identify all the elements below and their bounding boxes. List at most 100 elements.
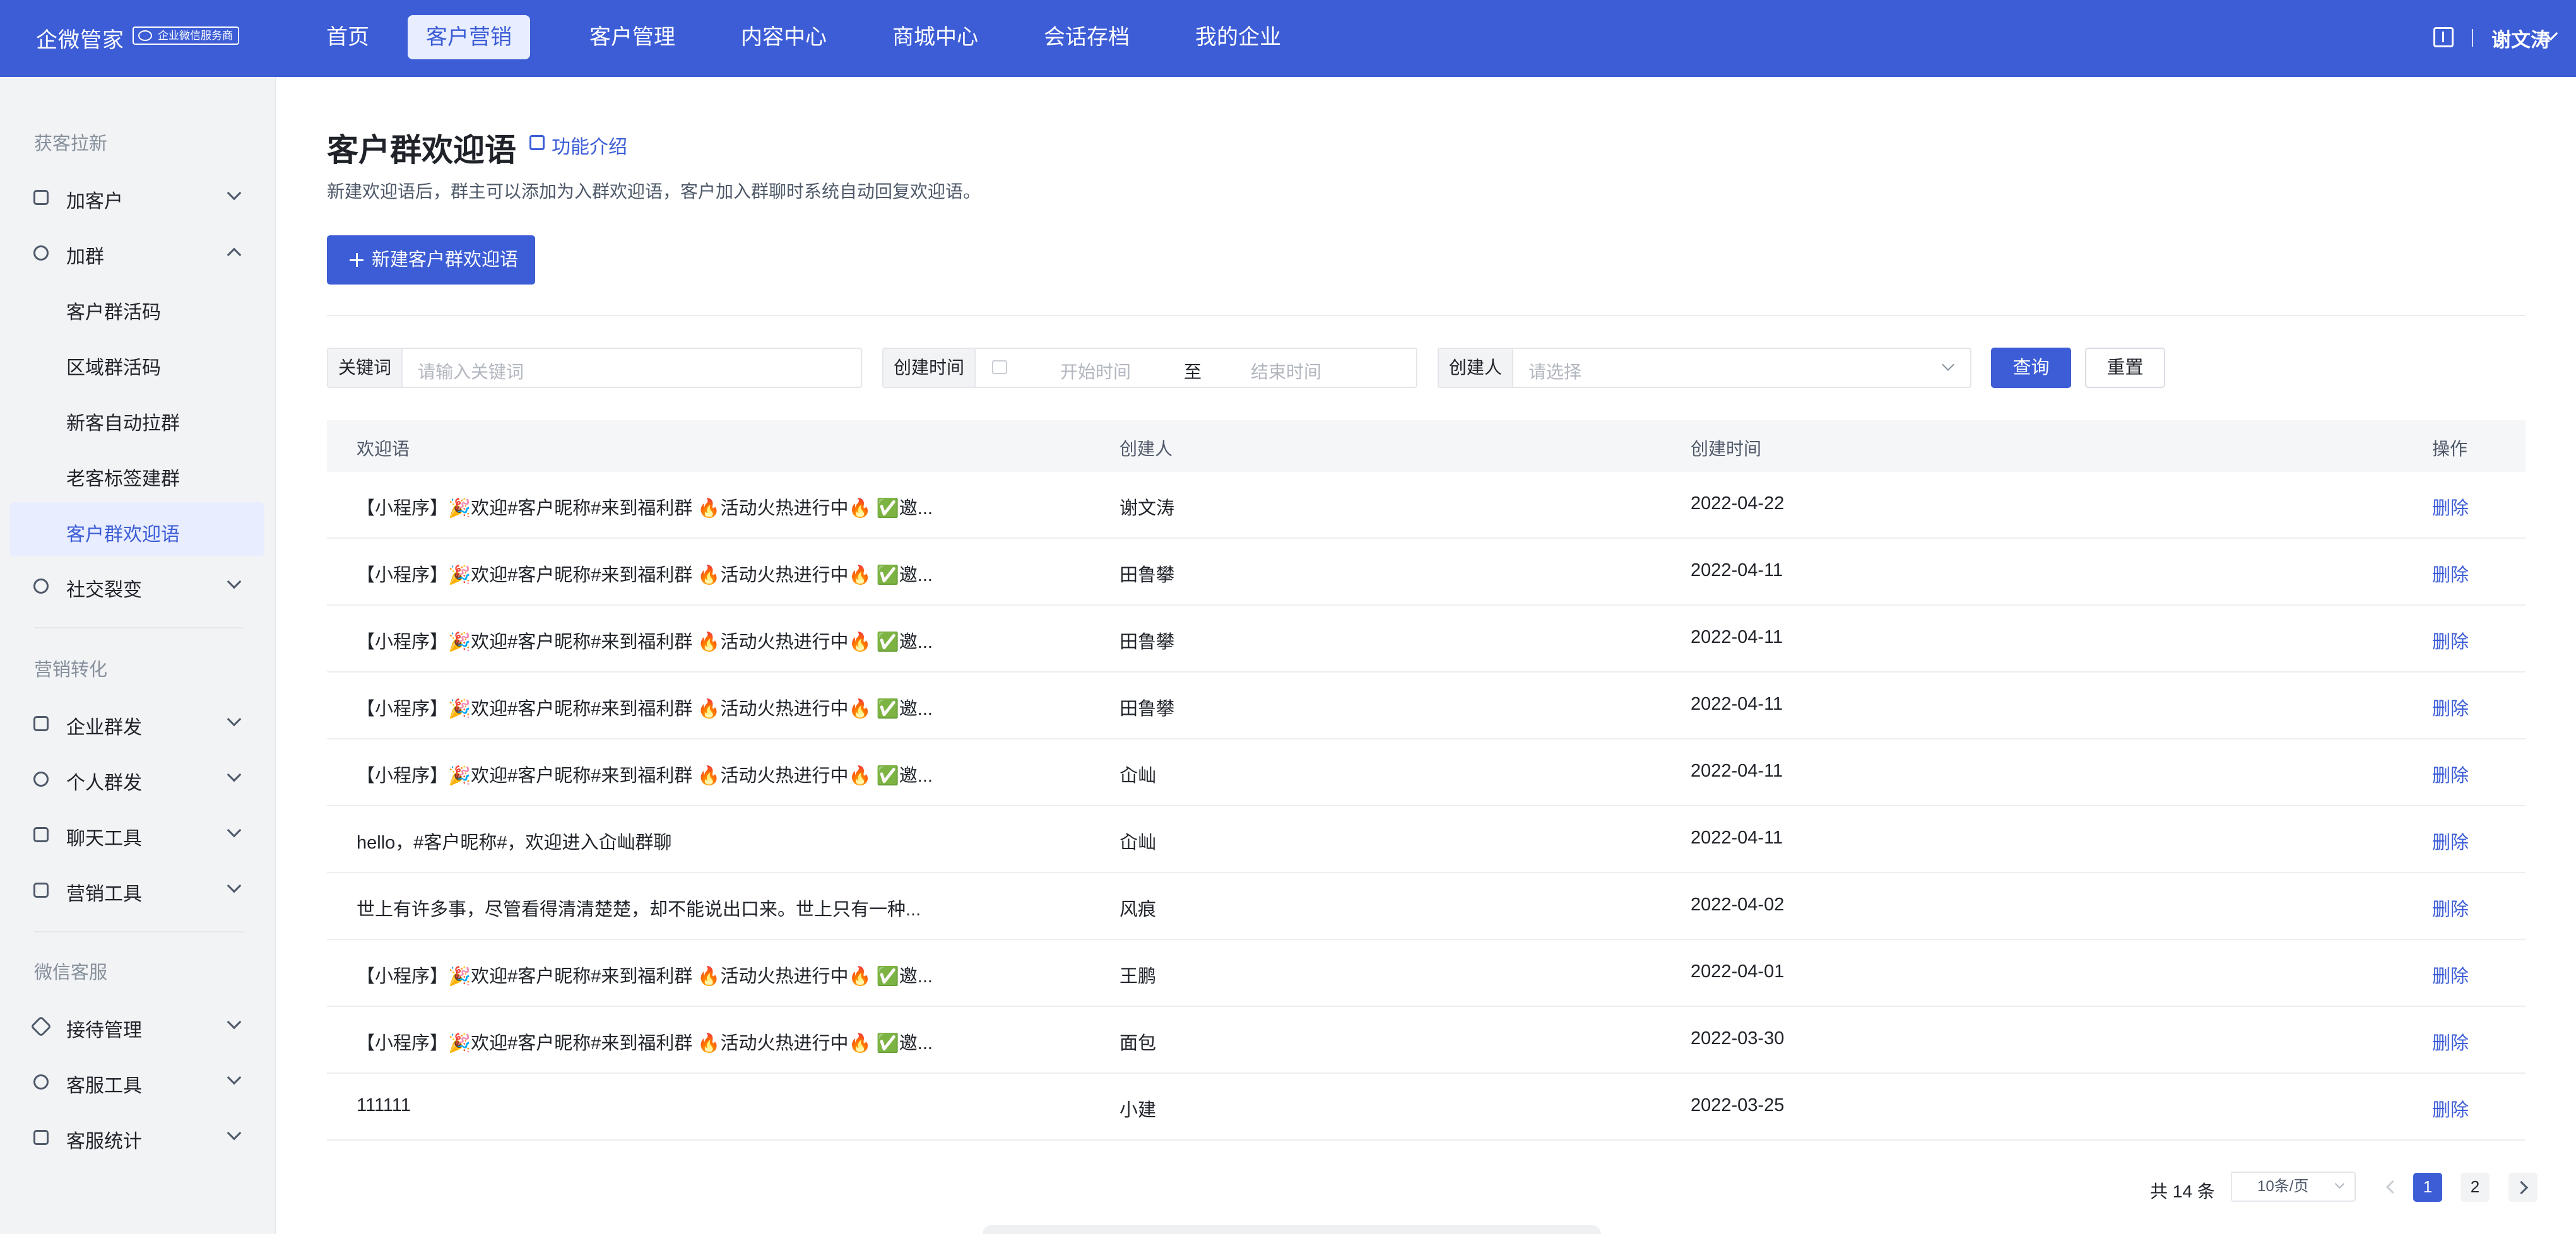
page-button-1[interactable]: 1 [2413, 1173, 2442, 1202]
delete-button[interactable]: 删除 [2432, 1095, 2469, 1122]
cell-time: 2022-03-25 [1691, 1095, 1785, 1115]
table-row: 【小程序】🎉欢迎#客户昵称#来到福利群 🔥活动火热进行中🔥 ✅邀... 谢文涛 … [327, 472, 2526, 539]
cell-time: 2022-04-01 [1691, 961, 1785, 982]
sidebar-subitem-label: 客户群活码 [66, 302, 161, 323]
column-header-creator: 创建人 [1120, 439, 1173, 459]
next-page-button[interactable] [2508, 1173, 2538, 1202]
sidebar-subitem-group-qrcode[interactable]: 客户群活码 [9, 280, 264, 334]
chat-icon [33, 827, 49, 842]
sidebar-divider [34, 627, 244, 628]
user-name[interactable]: 谢文涛 [2491, 24, 2550, 52]
sidebar: 获客拉新 加客户 加群 客户群活码 区域群活码 新客自动拉群 老客标签建群 客户… [0, 77, 276, 1234]
headset-icon [33, 1074, 49, 1090]
main-content: 客户群欢迎语 功能介绍 新建欢迎语后，群主可以添加为入群欢迎语，客户加入群聊时系… [276, 77, 2576, 1234]
help-book-icon[interactable] [2433, 27, 2454, 47]
table-row: 世上有许多事，尽管看得清清楚楚，却不能说出口来。世上只有一种... 风痕 202… [327, 873, 2526, 940]
page-size-select[interactable]: 10条/页 [2231, 1172, 2356, 1202]
person-icon [33, 772, 49, 787]
sidebar-subitem-group-welcome[interactable]: 客户群欢迎语 [9, 502, 264, 556]
cell-creator: 谢文涛 [1120, 498, 1175, 519]
chevron-up-icon [227, 247, 242, 262]
end-date-input[interactable]: 结束时间 [1251, 358, 1321, 384]
user-icon [33, 245, 49, 261]
sidebar-subitem-label: 客户群欢迎语 [66, 524, 180, 545]
sidebar-item-service-tools[interactable]: 客服工具 [9, 1054, 264, 1108]
creator-select[interactable]: 请选择 [1528, 358, 1581, 384]
delete-button[interactable]: 删除 [2432, 560, 2469, 587]
nav-session-archive[interactable]: 会话存档 [1025, 15, 1148, 59]
divider [2472, 29, 2473, 47]
keyword-filter: 关键词 请输入关键词 [327, 348, 862, 388]
cell-creator: 田鲁攀 [1120, 565, 1175, 585]
page-title: 客户群欢迎语 [327, 132, 516, 168]
column-header-message: 欢迎语 [357, 439, 410, 459]
nav-home[interactable]: 首页 [308, 15, 387, 59]
sidebar-item-enterprise-broadcast[interactable]: 企业群发 [9, 695, 264, 749]
creator-filter[interactable]: 创建人 请选择 [1438, 348, 1971, 388]
nav-customer-marketing[interactable]: 客户营销 [408, 15, 530, 59]
sidebar-item-add-customer[interactable]: 加客户 [9, 169, 264, 223]
delete-button[interactable]: 删除 [2432, 761, 2469, 787]
column-header-time: 创建时间 [1691, 439, 1762, 459]
sidebar-item-label: 社交裂变 [66, 580, 142, 601]
feature-intro-link[interactable]: 功能介绍 [552, 131, 627, 159]
nav-customer-management[interactable]: 客户管理 [571, 15, 694, 59]
keyword-label: 关键词 [328, 349, 403, 387]
column-header-action: 操作 [2432, 439, 2468, 459]
cell-creator: 田鲁攀 [1120, 632, 1175, 652]
delete-button[interactable]: 删除 [2432, 627, 2469, 654]
sidebar-item-add-group[interactable]: 加群 [9, 225, 264, 279]
delete-button[interactable]: 删除 [2432, 694, 2469, 720]
cell-creator: 田鲁攀 [1120, 699, 1175, 719]
keyword-input[interactable]: 请输入关键词 [418, 358, 524, 384]
nav-my-enterprise[interactable]: 我的企业 [1177, 15, 1299, 59]
sidebar-item-label: 加客户 [66, 191, 123, 212]
query-button[interactable]: 查询 [1991, 348, 2071, 388]
sidebar-item-chat-tools[interactable]: 聊天工具 [9, 806, 264, 861]
total-count: 共 14 条 [2150, 1182, 2215, 1201]
delete-button[interactable]: 删除 [2432, 828, 2469, 854]
new-welcome-button[interactable]: 新建客户群欢迎语 [327, 235, 535, 285]
chevron-down-icon [227, 185, 242, 201]
nav-mall-center[interactable]: 商城中心 [874, 15, 996, 59]
chevron-down-icon [227, 1014, 242, 1030]
chevron-down-icon [1942, 358, 1954, 371]
sidebar-item-marketing-tools[interactable]: 营销工具 [9, 862, 264, 916]
start-date-input[interactable]: 开始时间 [1060, 358, 1131, 384]
date-range-filter: 创建时间 开始时间 至 结束时间 [882, 348, 1417, 388]
sidebar-item-label: 营销工具 [66, 884, 142, 905]
page-size-label: 10条/页 [2257, 1178, 2309, 1195]
brand-name[interactable]: 企微管家 [36, 23, 124, 54]
sidebar-item-social-fission[interactable]: 社交裂变 [9, 558, 264, 612]
bar-chart-icon [33, 1130, 49, 1145]
table-row: 【小程序】🎉欢迎#客户昵称#来到福利群 🔥活动火热进行中🔥 ✅邀... 田鲁攀 … [327, 673, 2526, 739]
sidebar-item-personal-broadcast[interactable]: 个人群发 [9, 751, 264, 805]
cell-creator: 面包 [1120, 1033, 1157, 1054]
book-icon[interactable] [529, 135, 545, 150]
sidebar-item-label: 加群 [66, 247, 104, 267]
prev-page-button[interactable] [2382, 1177, 2401, 1196]
delete-button[interactable]: 删除 [2432, 895, 2469, 921]
sidebar-subitem-label: 老客标签建群 [66, 469, 180, 490]
sidebar-item-label: 客服统计 [66, 1131, 142, 1152]
sidebar-subitem-tag-group[interactable]: 老客标签建群 [9, 447, 264, 501]
delete-button[interactable]: 删除 [2432, 1028, 2469, 1055]
sidebar-subitem-region-qrcode[interactable]: 区域群活码 [9, 336, 264, 390]
cell-message: 【小程序】🎉欢迎#客户昵称#来到福利群 🔥活动火热进行中🔥 ✅邀... [357, 766, 933, 786]
sidebar-subitem-auto-invite[interactable]: 新客自动拉群 [9, 391, 264, 445]
delete-button[interactable]: 删除 [2432, 961, 2469, 988]
page-button-2[interactable]: 2 [2461, 1173, 2490, 1202]
cell-time: 2022-03-30 [1691, 1028, 1785, 1049]
badge-label: 企业微信服务商 [158, 30, 233, 42]
reset-button[interactable]: 重置 [2085, 348, 2165, 388]
sidebar-item-service-stats[interactable]: 客服统计 [9, 1109, 264, 1163]
wecom-icon [138, 30, 152, 41]
nav-content-center[interactable]: 内容中心 [723, 15, 845, 59]
table-row: 【小程序】🎉欢迎#客户昵称#来到福利群 🔥活动火热进行中🔥 ✅邀... 田鲁攀 … [327, 539, 2526, 606]
sidebar-item-reception-management[interactable]: 接待管理 [9, 998, 264, 1052]
delete-button[interactable]: 删除 [2432, 493, 2469, 520]
new-welcome-button-label: 新建客户群欢迎语 [372, 250, 519, 270]
cell-creator: 王鹏 [1120, 967, 1157, 987]
table-row: 111111 小建 2022-03-25 删除 [327, 1074, 2526, 1141]
cell-message: 【小程序】🎉欢迎#客户昵称#来到福利群 🔥活动火热进行中🔥 ✅邀... [357, 1033, 933, 1054]
